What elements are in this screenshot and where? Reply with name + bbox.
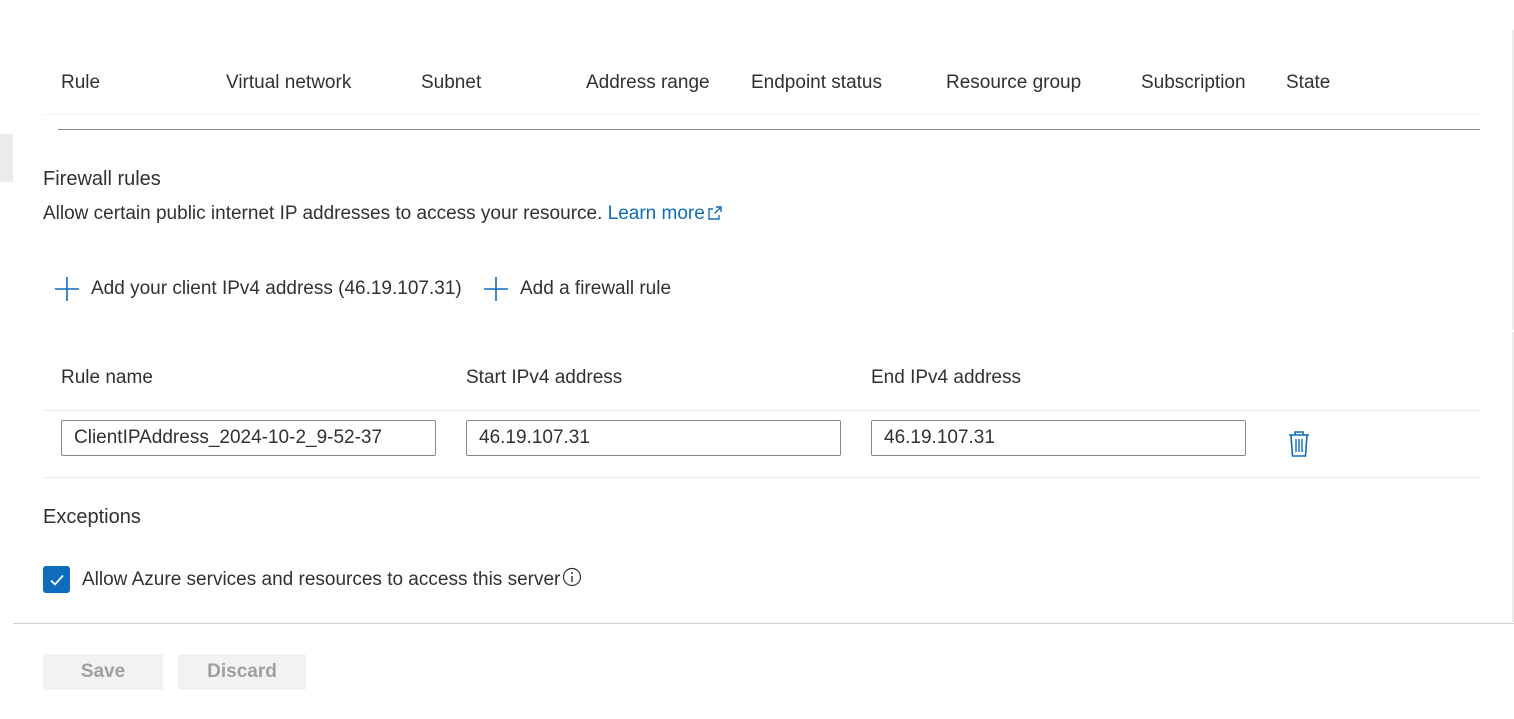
column-header-end-ip: End IPv4 address xyxy=(871,367,1021,388)
footer-divider xyxy=(13,623,1514,624)
column-header-rule[interactable]: Rule xyxy=(61,72,100,94)
firewall-rules-description: Allow certain public internet IP address… xyxy=(43,203,723,225)
firewall-rules-title: Firewall rules xyxy=(43,168,161,190)
column-header-state[interactable]: State xyxy=(1286,72,1330,94)
column-header-subscription[interactable]: Subscription xyxy=(1141,72,1246,94)
rule-name-input[interactable] xyxy=(61,420,436,456)
start-ip-input[interactable] xyxy=(466,420,841,456)
trash-icon[interactable] xyxy=(1287,430,1311,458)
save-button[interactable]: Save xyxy=(43,654,163,690)
learn-more-link[interactable]: Learn more xyxy=(608,203,723,224)
column-header-start-ip: Start IPv4 address xyxy=(466,367,623,388)
end-ip-input[interactable] xyxy=(871,420,1246,456)
info-icon[interactable] xyxy=(562,567,582,587)
learn-more-label[interactable]: Learn more xyxy=(608,203,705,224)
column-header-endpoint-status[interactable]: Endpoint status xyxy=(751,72,882,94)
allow-azure-label[interactable]: Allow Azure services and resources to ac… xyxy=(82,569,560,591)
exceptions-title: Exceptions xyxy=(43,506,141,528)
add-firewall-rule-label: Add a firewall rule xyxy=(520,278,672,299)
table-row xyxy=(43,411,1480,478)
plus-icon xyxy=(484,277,508,301)
plus-icon xyxy=(55,277,79,301)
column-header-address-range[interactable]: Address range xyxy=(586,72,710,94)
discard-button[interactable]: Discard xyxy=(178,654,306,690)
add-client-ip-label: Add your client IPv4 address (46.19.107.… xyxy=(91,278,462,299)
external-link-icon xyxy=(708,206,722,220)
add-firewall-rule-button[interactable]: Add a firewall rule xyxy=(483,276,671,302)
add-client-ip-button[interactable]: Add your client IPv4 address (46.19.107.… xyxy=(54,276,462,302)
checkmark-icon xyxy=(49,574,64,586)
column-header-rule-name: Rule name xyxy=(61,367,153,388)
firewall-table-header: Rule name Start IPv4 address End IPv4 ad… xyxy=(43,355,1480,411)
allow-azure-checkbox[interactable] xyxy=(43,566,70,593)
column-header-virtual-network[interactable]: Virtual network xyxy=(226,72,351,94)
firewall-description-text: Allow certain public internet IP address… xyxy=(43,203,603,224)
vnet-rules-table-header: Rule Virtual network Subnet Address rang… xyxy=(43,60,1480,115)
left-panel-edge xyxy=(0,134,13,182)
column-header-subnet[interactable]: Subnet xyxy=(421,72,481,94)
vnet-table-divider xyxy=(58,129,1480,130)
column-header-resource-group[interactable]: Resource group xyxy=(946,72,1081,94)
